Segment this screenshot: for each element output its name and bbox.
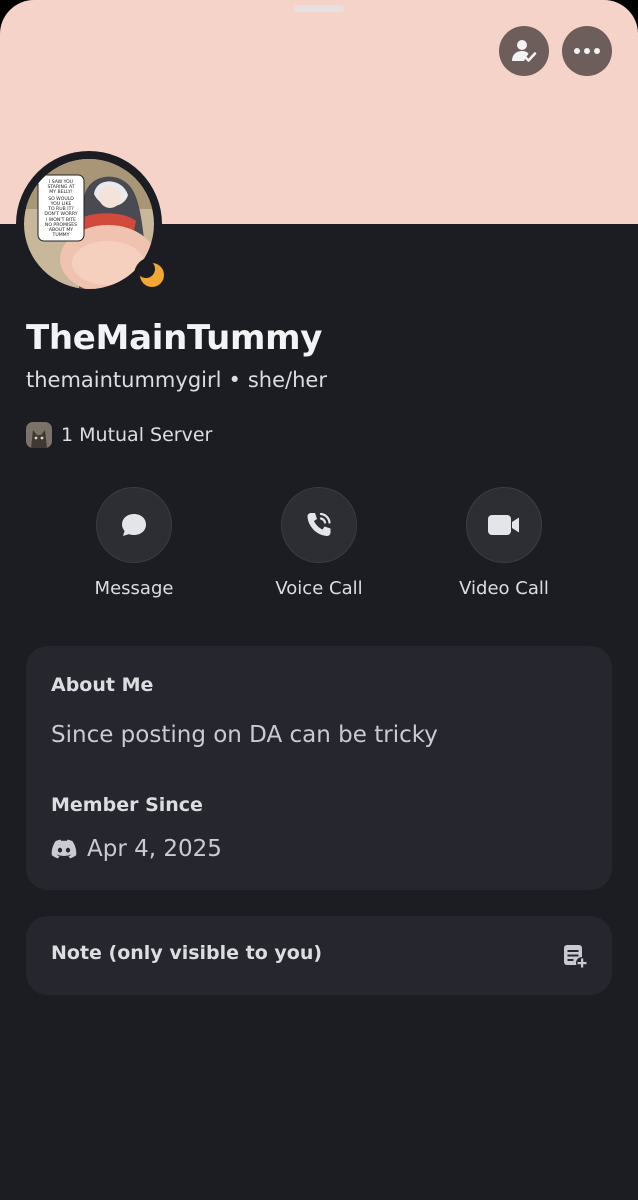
member-since-row: Apr 4, 2025 [51, 836, 222, 862]
pronouns: she/her [247, 368, 327, 392]
drag-handle[interactable] [294, 5, 344, 12]
more-horizontal-icon [574, 48, 600, 54]
username-line: themaintummygirl • she/her [26, 368, 327, 392]
voice-call-action[interactable]: Voice Call [229, 487, 409, 599]
server-icon [26, 422, 52, 448]
message-action[interactable]: Message [44, 487, 224, 599]
display-name: TheMainTummy [26, 318, 323, 358]
video-camera-icon [488, 515, 519, 535]
mutual-servers[interactable]: 1 Mutual Server [26, 422, 212, 448]
idle-moon-icon [139, 262, 164, 287]
member-since-date: Apr 4, 2025 [87, 836, 222, 862]
phone-icon [307, 512, 331, 536]
person-check-icon [512, 40, 537, 62]
svg-text:MY BELLY!: MY BELLY! [49, 189, 73, 195]
profile-sheet: I SAW YOU STARING AT MY BELLY! SO WOULD … [0, 0, 638, 1200]
video-call-label: Video Call [459, 578, 549, 599]
discord-logo-icon [51, 839, 77, 859]
video-call-action[interactable]: Video Call [414, 487, 594, 599]
friend-status-button[interactable] [499, 26, 549, 76]
message-button[interactable] [96, 487, 172, 563]
video-call-button[interactable] [466, 487, 542, 563]
about-me-card: About Me Since posting on DA can be tric… [26, 646, 612, 890]
voice-call-button[interactable] [281, 487, 357, 563]
note-add-icon[interactable] [562, 943, 588, 969]
about-me-heading: About Me [51, 674, 154, 696]
svg-text:TUMMY: TUMMY [52, 232, 70, 238]
more-options-button[interactable] [562, 26, 612, 76]
separator: • [228, 368, 241, 392]
note-label: Note (only visible to you) [51, 942, 323, 964]
note-card[interactable]: Note (only visible to you) [26, 916, 612, 995]
mutual-servers-label: 1 Mutual Server [61, 424, 213, 446]
member-since-heading: Member Since [51, 794, 203, 816]
about-me-text: Since posting on DA can be tricky [51, 722, 438, 748]
message-label: Message [94, 578, 174, 599]
voice-call-label: Voice Call [275, 578, 363, 599]
chat-bubble-icon [122, 514, 146, 536]
username[interactable]: themaintummygirl [26, 368, 221, 392]
status-indicator [134, 257, 170, 293]
svg-text:DON'T WORRY: DON'T WORRY [44, 211, 77, 217]
avatar-frame: I SAW YOU STARING AT MY BELLY! SO WOULD … [16, 151, 170, 297]
